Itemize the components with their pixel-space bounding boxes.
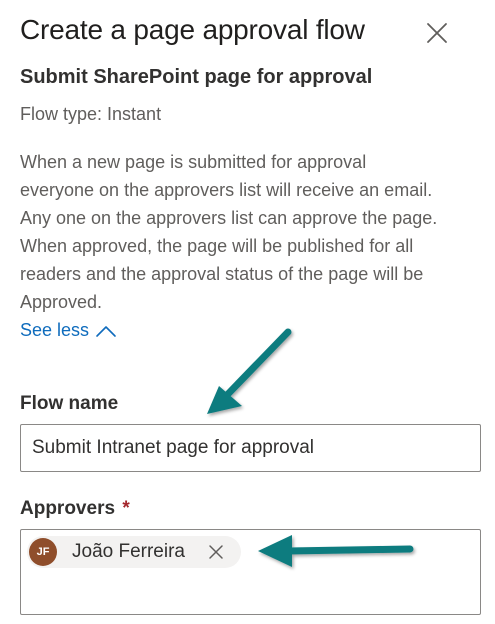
flow-description: When a new page is submitted for approva… — [20, 152, 438, 312]
approvers-people-picker[interactable]: JF João Ferreira — [20, 529, 481, 615]
remove-approver-button[interactable] — [207, 543, 225, 561]
approver-chip[interactable]: JF João Ferreira — [27, 536, 241, 568]
close-icon — [209, 545, 223, 559]
arrow-to-flow-name — [207, 328, 292, 414]
panel-title: Create a page approval flow — [20, 14, 365, 45]
see-less-link[interactable]: See less — [20, 320, 117, 341]
close-panel-button[interactable] — [424, 20, 450, 46]
chevron-up-icon — [96, 325, 116, 337]
required-marker: * — [122, 498, 130, 519]
close-icon — [427, 23, 447, 43]
approvers-label-row: Approvers * — [20, 498, 130, 520]
approver-name: João Ferreira — [72, 541, 185, 562]
flow-type-text: Flow type: Instant — [20, 104, 162, 124]
flow-name-input[interactable] — [20, 424, 481, 472]
avatar: JF — [29, 538, 57, 566]
approvers-label: Approvers — [20, 498, 116, 519]
see-less-label: See less — [20, 320, 90, 340]
flow-subtitle: Submit SharePoint page for approval — [20, 66, 373, 88]
flow-name-label: Flow name — [20, 393, 119, 414]
